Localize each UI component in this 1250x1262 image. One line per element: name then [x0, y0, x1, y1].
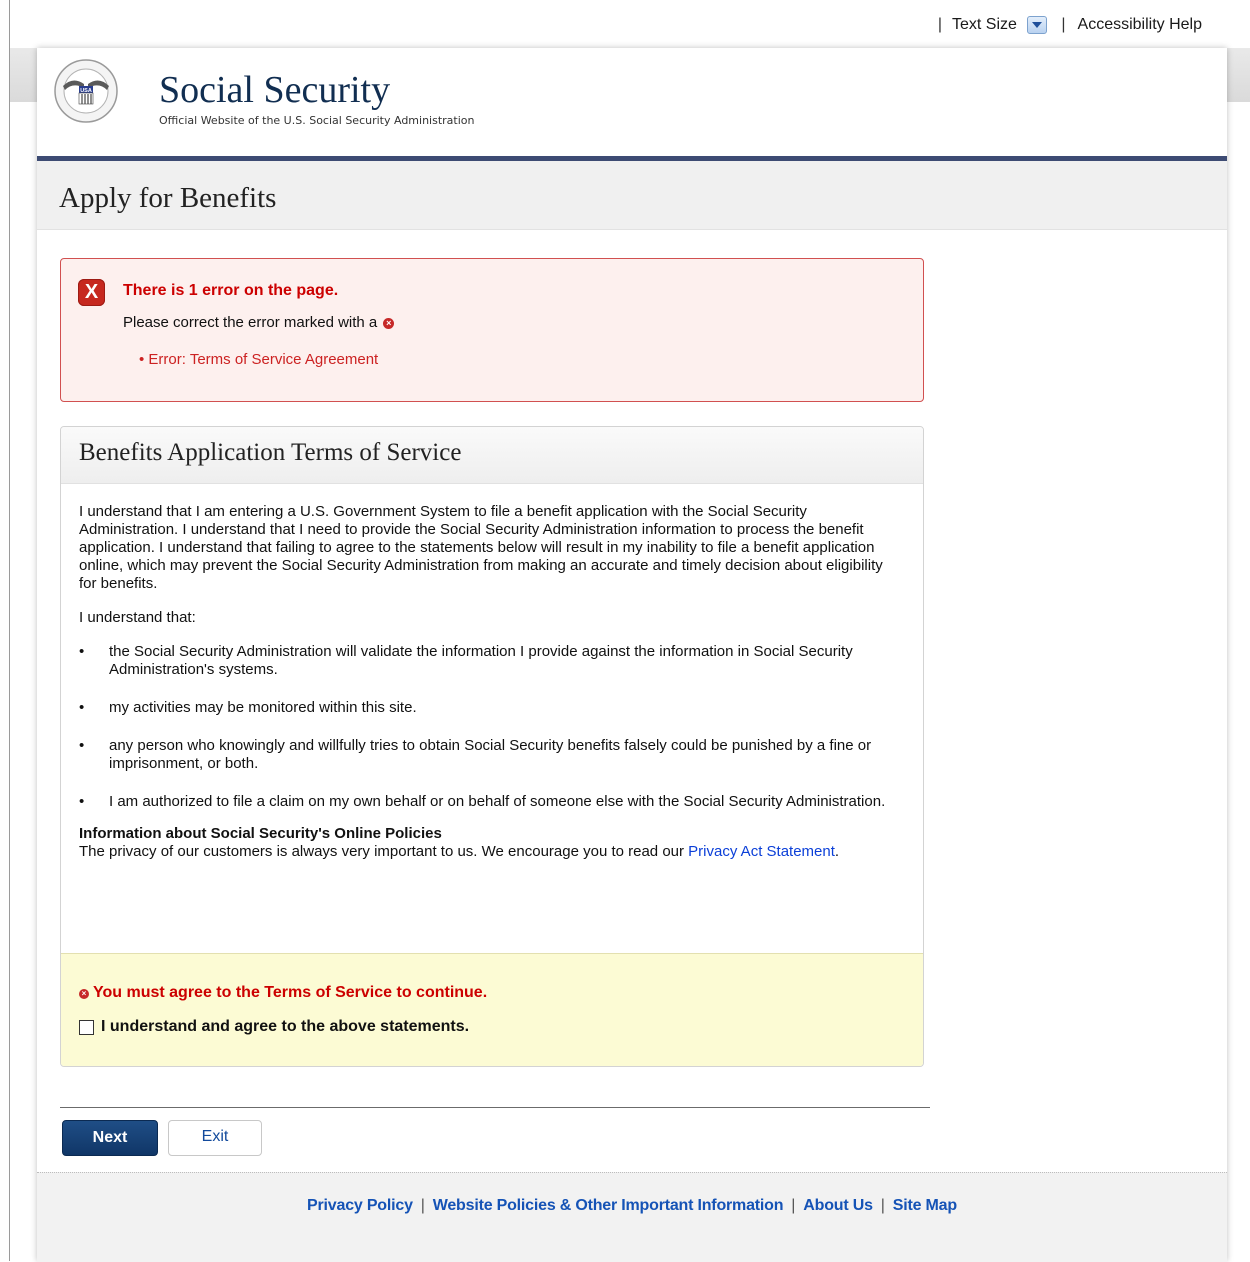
page-container: USA Social Security Official Website of …	[37, 48, 1227, 1262]
footer-link-site-map[interactable]: Site Map	[893, 1197, 957, 1214]
agree-section: × You must agree to the Terms of Service …	[61, 953, 923, 1066]
terms-list-item: • I am authorized to file a claim on my o…	[79, 793, 886, 810]
accessibility-help-link[interactable]: Accessibility Help	[1078, 16, 1202, 34]
agree-checkbox-row[interactable]: I understand and agree to the above stat…	[79, 1018, 469, 1036]
window-left-edge	[0, 0, 10, 1261]
utility-separator: |	[1061, 16, 1066, 34]
agree-checkbox-label[interactable]: I understand and agree to the above stat…	[101, 1018, 469, 1036]
terms-title: Benefits Application Terms of Service	[79, 439, 462, 466]
terms-panel: Benefits Application Terms of Service I …	[60, 426, 924, 1067]
footer-links: Privacy Policy | Website Policies & Other …	[307, 1197, 957, 1214]
ssa-seal-logo[interactable]: USA	[53, 58, 119, 124]
exit-button[interactable]: Exit	[168, 1120, 262, 1156]
brand-block: Social Security Official Website of the …	[159, 68, 474, 127]
error-heading: There is 1 error on the page.	[123, 282, 339, 299]
agree-error-message: × You must agree to the Terms of Service …	[79, 984, 487, 1002]
next-button[interactable]: Next	[62, 1120, 158, 1156]
terms-list-item: • my activities may be monitored within t…	[79, 699, 417, 716]
site-footer: Privacy Policy | Website Policies & Other …	[37, 1172, 1227, 1262]
error-instruction-text: Please correct the error marked with a	[123, 314, 378, 331]
terms-body: I understand that I am entering a U.S. G…	[79, 503, 899, 861]
terms-list-item: • the Social Security Administration will…	[79, 643, 853, 678]
seal-badge-text: USA	[80, 88, 92, 94]
terms-list: • the Social Security Administration will…	[79, 643, 899, 811]
privacy-act-link[interactable]: Privacy Act Statement	[688, 843, 835, 860]
site-header: USA Social Security Official Website of …	[37, 48, 1227, 161]
text-size-label: Text Size	[951, 16, 1017, 34]
error-link-terms[interactable]: • Error: Terms of Service Agreement	[139, 351, 378, 368]
text-size-dropdown-icon[interactable]	[1027, 16, 1048, 34]
error-marker-icon: ×	[79, 989, 89, 999]
policies-heading: Information about Social Security's Onli…	[79, 825, 442, 842]
footer-link-about-us[interactable]: About Us	[803, 1197, 873, 1214]
error-marker-icon: ×	[383, 317, 395, 329]
terms-list-item: • any person who knowingly and willfully …	[79, 737, 872, 772]
terms-intro: I understand that I am entering a U.S. G…	[79, 503, 883, 592]
understand-that-label: I understand that:	[79, 609, 196, 626]
utility-bar: | Text Size | Accessibility Help	[938, 16, 1202, 34]
error-icon: X	[78, 279, 105, 306]
error-summary: X There is 1 error on the page. Please c…	[60, 258, 924, 402]
brand-title[interactable]: Social Security	[159, 68, 474, 112]
brand-subtitle: Official Website of the U.S. Social Secu…	[159, 114, 475, 127]
text-size-link[interactable]: Text Size	[951, 16, 1048, 34]
footer-link-privacy-policy[interactable]: Privacy Policy	[307, 1197, 413, 1214]
error-instruction: Please correct the error marked with a ×	[123, 314, 395, 331]
policies-text: The privacy of our customers is always v…	[79, 843, 840, 860]
button-divider	[60, 1107, 930, 1108]
footer-link-website-policies[interactable]: Website Policies & Other Important Infor…	[433, 1197, 784, 1214]
agree-checkbox[interactable]	[79, 1019, 94, 1035]
page-title: Apply for Benefits	[59, 182, 277, 214]
utility-separator: |	[937, 16, 942, 34]
